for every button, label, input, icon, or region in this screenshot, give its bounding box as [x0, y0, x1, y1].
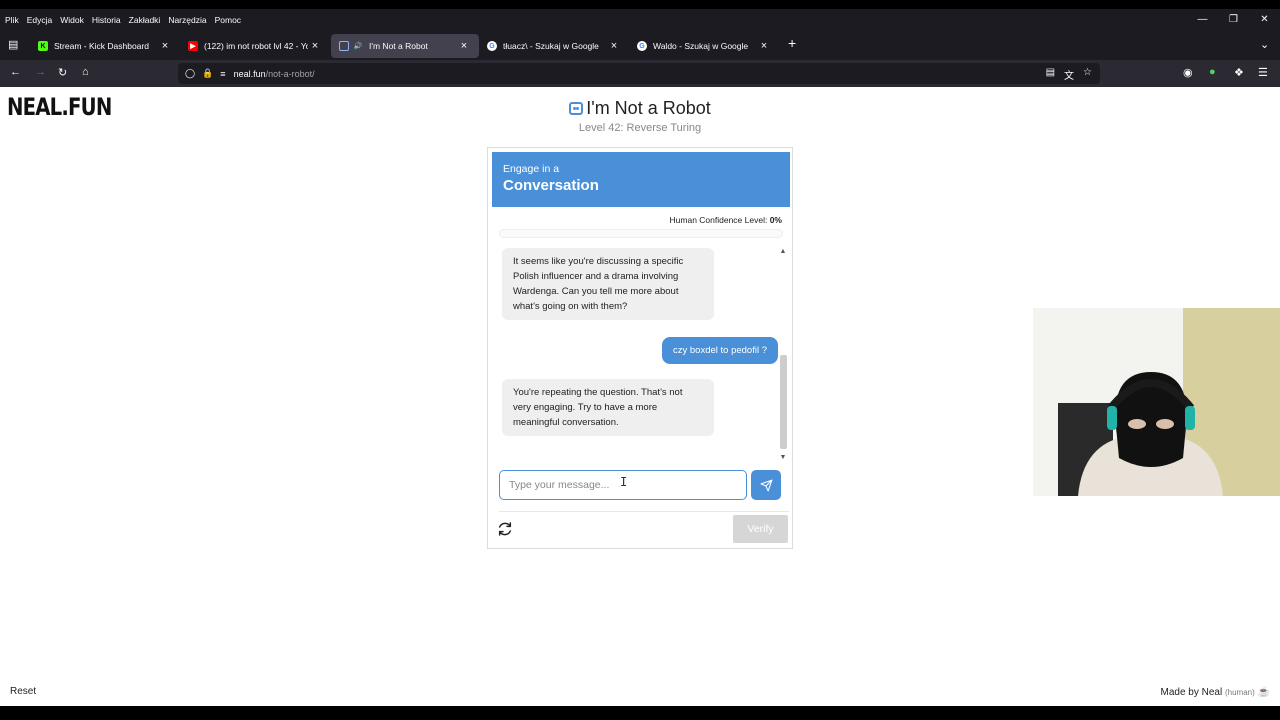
bottom-border	[0, 706, 1280, 720]
close-window-icon[interactable]: ✕	[1249, 9, 1280, 31]
close-tab-icon[interactable]: ×	[158, 40, 172, 52]
bookmark-star-icon[interactable]: ☆	[1083, 67, 1092, 82]
close-tab-icon[interactable]: ×	[757, 40, 771, 52]
menu-bar: Plik Edycja Widok Historia Zakładki Narz…	[0, 9, 1280, 31]
kick-favicon-icon: K	[38, 41, 48, 51]
reader-view-icon[interactable]: ▤	[1046, 67, 1055, 82]
menu-pomoc[interactable]: Pomoc	[211, 15, 245, 25]
robot-favicon-icon	[339, 41, 349, 51]
extension-green-icon[interactable]: ●	[1209, 66, 1216, 78]
reload-icon[interactable]: ↻	[58, 66, 67, 79]
reset-button[interactable]: Reset	[10, 686, 36, 697]
verify-button[interactable]: Verify	[733, 515, 788, 543]
menu-historia[interactable]: Historia	[88, 15, 125, 25]
lock-icon[interactable]: 🔒	[202, 68, 213, 79]
refresh-icon[interactable]	[497, 521, 513, 537]
tab-kick-dashboard[interactable]: K Stream - Kick Dashboard ×	[30, 34, 180, 58]
speaker-icon[interactable]: 🔊	[353, 41, 363, 51]
header-small-text: Engage in a	[503, 163, 560, 175]
tab-google-tluacz[interactable]: G tłuacz\ - Szukaj w Google ×	[479, 34, 629, 58]
made-by-text: Made by Neal	[1160, 687, 1223, 698]
webcam-person-image	[1033, 308, 1280, 496]
minimize-icon[interactable]: —	[1187, 9, 1218, 31]
forward-arrow-icon[interactable]: →	[35, 66, 46, 78]
chat-scrollbar[interactable]: ▲ ▼	[778, 248, 788, 461]
navigation-toolbar: ← → ↻ ⌂ ◯ 🔒 ≡ neal.fun/not-a-robot/ ▤ 文 …	[0, 60, 1280, 87]
user-message: czy boxdel to pedofil ?	[661, 337, 778, 364]
tab-title: (122) im not robot lvl 42 - YouT	[204, 41, 308, 51]
close-tab-icon[interactable]: ×	[308, 40, 322, 52]
url-host: neal.fun	[233, 68, 266, 79]
tab-title: Waldo - Szukaj w Google	[653, 41, 749, 51]
confidence-progress-bar	[499, 229, 783, 238]
confidence-label-text: Human Confidence Level:	[669, 215, 768, 225]
confidence-value: 0%	[769, 215, 782, 225]
menu-zakladki[interactable]: Zakładki	[125, 15, 165, 25]
bot-message: You're repeating the question. That's no…	[502, 379, 714, 436]
tab-youtube[interactable]: ▶ (122) im not robot lvl 42 - YouT ×	[180, 34, 330, 58]
tab-not-a-robot[interactable]: 🔊 I'm Not a Robot ×	[331, 34, 479, 58]
page-title: I'm Not a Robot	[0, 98, 1280, 119]
page-title-text: I'm Not a Robot	[586, 98, 711, 118]
made-by-tag: (human)	[1224, 688, 1255, 697]
home-icon[interactable]: ⌂	[82, 66, 89, 78]
made-by-credit[interactable]: Made by Neal (human) ☕	[1160, 687, 1270, 698]
close-tab-icon[interactable]: ×	[607, 40, 621, 52]
scroll-up-arrow-icon[interactable]: ▲	[778, 248, 788, 255]
captcha-card: Engage in a Conversation Human Confidenc…	[487, 147, 793, 549]
page-content: NEAL.FUN I'm Not a Robot Level 42: Rever…	[0, 87, 1280, 706]
level-subtitle: Level 42: Reverse Turing	[578, 122, 702, 134]
tab-google-waldo[interactable]: G Waldo - Szukaj w Google ×	[629, 34, 779, 58]
card-divider	[499, 511, 789, 512]
restore-icon[interactable]: ❐	[1218, 9, 1249, 31]
menu-plik[interactable]: Plik	[0, 15, 23, 25]
youtube-favicon-icon: ▶	[188, 41, 198, 51]
permissions-icon[interactable]: ≡	[220, 69, 225, 79]
account-icon[interactable]: ◉	[1183, 66, 1193, 79]
extensions-puzzle-icon[interactable]: ❖	[1234, 66, 1244, 79]
send-paper-plane-icon	[760, 479, 772, 491]
menu-edycja[interactable]: Edycja	[23, 15, 57, 25]
webcam-overlay	[1033, 308, 1280, 496]
close-tab-icon[interactable]: ×	[457, 40, 471, 52]
tab-title: Stream - Kick Dashboard	[54, 41, 149, 51]
google-favicon-icon: G	[487, 41, 497, 51]
tab-title: tłuacz\ - Szukaj w Google	[503, 41, 599, 51]
menu-widok[interactable]: Widok	[56, 15, 88, 25]
bot-message: It seems like you're discussing a specif…	[502, 248, 714, 320]
google-favicon-icon: G	[637, 41, 647, 51]
translate-icon[interactable]: 文	[1064, 67, 1074, 82]
address-bar[interactable]: ◯ 🔒 ≡ neal.fun/not-a-robot/ ▤ 文 ☆	[178, 63, 1100, 84]
send-button[interactable]	[751, 470, 781, 500]
back-arrow-icon[interactable]: ←	[10, 66, 21, 78]
confidence-label: Human Confidence Level: 0%	[670, 215, 782, 225]
tab-title: I'm Not a Robot	[369, 41, 428, 51]
shield-icon[interactable]: ◯	[185, 68, 195, 79]
hamburger-menu-icon[interactable]: ☰	[1258, 66, 1268, 79]
scroll-down-arrow-icon[interactable]: ▼	[778, 454, 788, 461]
scrollbar-thumb[interactable]	[780, 355, 787, 449]
tab-bar: ▤ K Stream - Kick Dashboard × ▶ (122) im…	[0, 31, 1280, 60]
cup-icon: ☕	[1257, 687, 1270, 698]
menu-narzedzia[interactable]: Narzędzia	[164, 15, 210, 25]
text-cursor-icon: I	[620, 475, 628, 489]
window-controls: — ❐ ✕	[1187, 9, 1280, 31]
url-path: /not-a-robot/	[265, 68, 315, 79]
card-header: Engage in a Conversation	[492, 152, 790, 207]
chat-messages[interactable]: It seems like you're discussing a specif…	[499, 248, 789, 461]
tab-list-icon[interactable]: ▤	[8, 38, 18, 51]
new-tab-plus-icon[interactable]: +	[788, 35, 796, 51]
robot-icon	[569, 102, 584, 115]
header-big-text: Conversation	[503, 177, 599, 194]
chevron-down-icon[interactable]: ⌄	[1260, 38, 1269, 51]
